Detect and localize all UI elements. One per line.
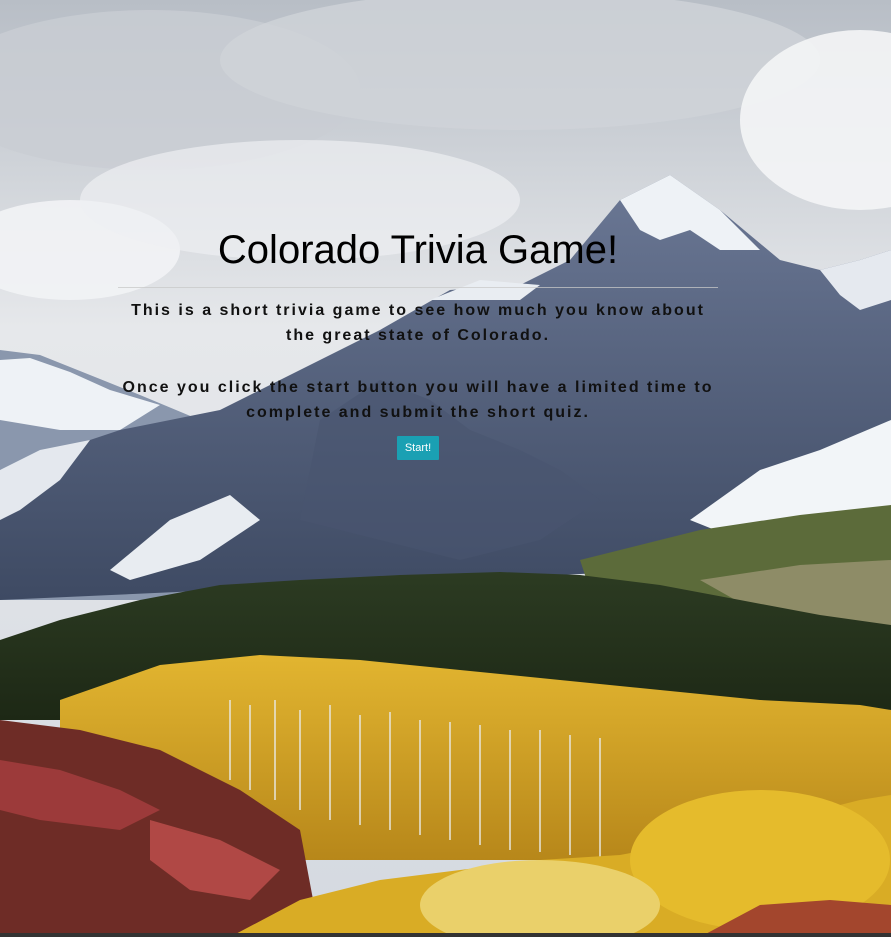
page-bottom-edge bbox=[0, 933, 891, 937]
page-title: Colorado Trivia Game! bbox=[217, 228, 619, 272]
instructions-line-2: complete and submit the short quiz. bbox=[246, 404, 590, 421]
instructions-text: Once you click the start button you will… bbox=[100, 375, 736, 425]
start-button[interactable]: Start! bbox=[397, 436, 439, 460]
title-divider bbox=[118, 287, 718, 288]
intro-text: This is a short trivia game to see how m… bbox=[100, 298, 736, 348]
instructions-line-1: Once you click the start button you will… bbox=[122, 379, 714, 396]
intro-line-2: the great state of Colorado. bbox=[285, 327, 551, 344]
intro-line-1: This is a short trivia game to see how m… bbox=[131, 302, 705, 319]
mountain-background-image bbox=[0, 0, 891, 937]
